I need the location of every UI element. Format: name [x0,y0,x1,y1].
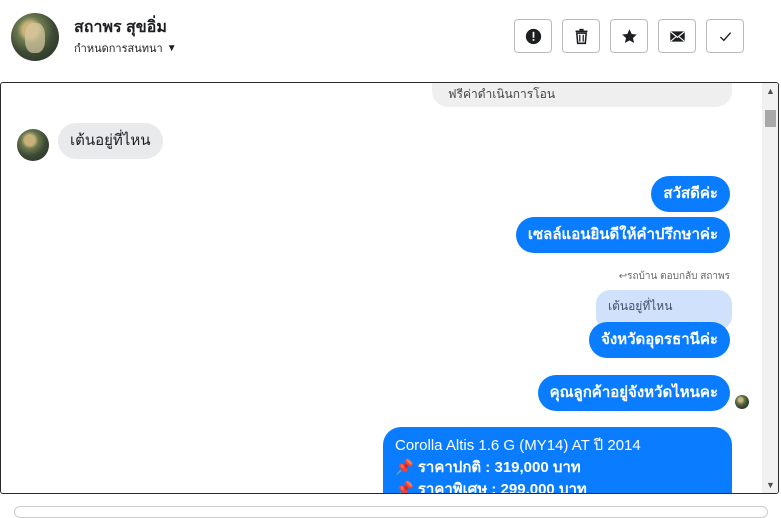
star-icon [621,28,637,43]
reply-arrow-icon: ↩ [618,271,628,282]
car-price-line: 📌 ราคาปกติ : 319,000 บาท [395,457,720,479]
special-price: ราคาพิเศษ : 299,000 บาท [417,481,587,494]
delete-button[interactable] [562,19,600,53]
outgoing-message: เซลล์แอนยินดีให้คำปรึกษาค่ะ [515,217,730,253]
car-price-line: 📌 ราคาพิเศษ : 299,000 บาท [395,479,720,494]
reply-message: จังหวัดอุดรธานีค่ะ [589,322,730,358]
mark-spam-button[interactable] [514,19,552,53]
previous-message-fragment: ฟรีค่าดำเนินการโอน [432,83,732,107]
contact-avatar-small [17,129,49,161]
contact-name[interactable]: สถาพร สุขอิ่ม [74,15,167,40]
outgoing-message: สวัสดีค่ะ [651,176,730,212]
envelope-icon [669,30,685,42]
scroll-up-icon[interactable]: ▲ [766,86,775,96]
chat-scrollbar[interactable]: ▲ ▼ [762,83,778,493]
reply-note-text: รถบ้าน ตอบกลับ สถาพร [627,271,730,282]
normal-price: ราคาปกติ : 319,000 บาท [417,459,581,476]
outgoing-message: คุณลูกค้าอยู่จังหวัดไหนคะ [537,375,730,411]
car-offer-message: Corolla Altis 1.6 G (MY14) AT ปี 2014 📌 … [383,427,732,494]
scroll-down-icon[interactable]: ▼ [766,480,775,490]
message-thread[interactable]: ฟรีค่าดำเนินการโอน เต้นอยู่ที่ไหน สวัสดี… [0,82,779,494]
star-button[interactable] [610,19,648,53]
mark-done-button[interactable] [706,19,744,53]
schedule-conversation-dropdown[interactable]: กำหนดการสนทนา ▼ [74,39,177,57]
pushpin-icon: 📌 [395,481,414,494]
conversation-header: สถาพร สุขอิ่ม กำหนดการสนทนา ▼ [0,0,781,80]
mark-unread-button[interactable] [658,19,696,53]
pushpin-icon: 📌 [395,459,414,476]
reply-note: ↩รถบ้าน ตอบกลับ สถาพร [619,269,730,284]
seen-indicator-avatar [735,395,749,409]
incoming-message: เต้นอยู่ที่ไหน [58,123,163,159]
trash-icon [575,28,587,44]
caret-down-icon: ▼ [166,42,177,54]
contact-avatar[interactable] [11,13,59,61]
schedule-label: กำหนดการสนทนา [74,43,163,55]
car-title: Corolla Altis 1.6 G (MY14) AT ปี 2014 [395,437,641,454]
message-composer[interactable] [14,506,768,518]
check-icon [719,31,731,41]
scroll-thumb[interactable] [765,110,776,127]
exclamation-icon [525,28,541,44]
